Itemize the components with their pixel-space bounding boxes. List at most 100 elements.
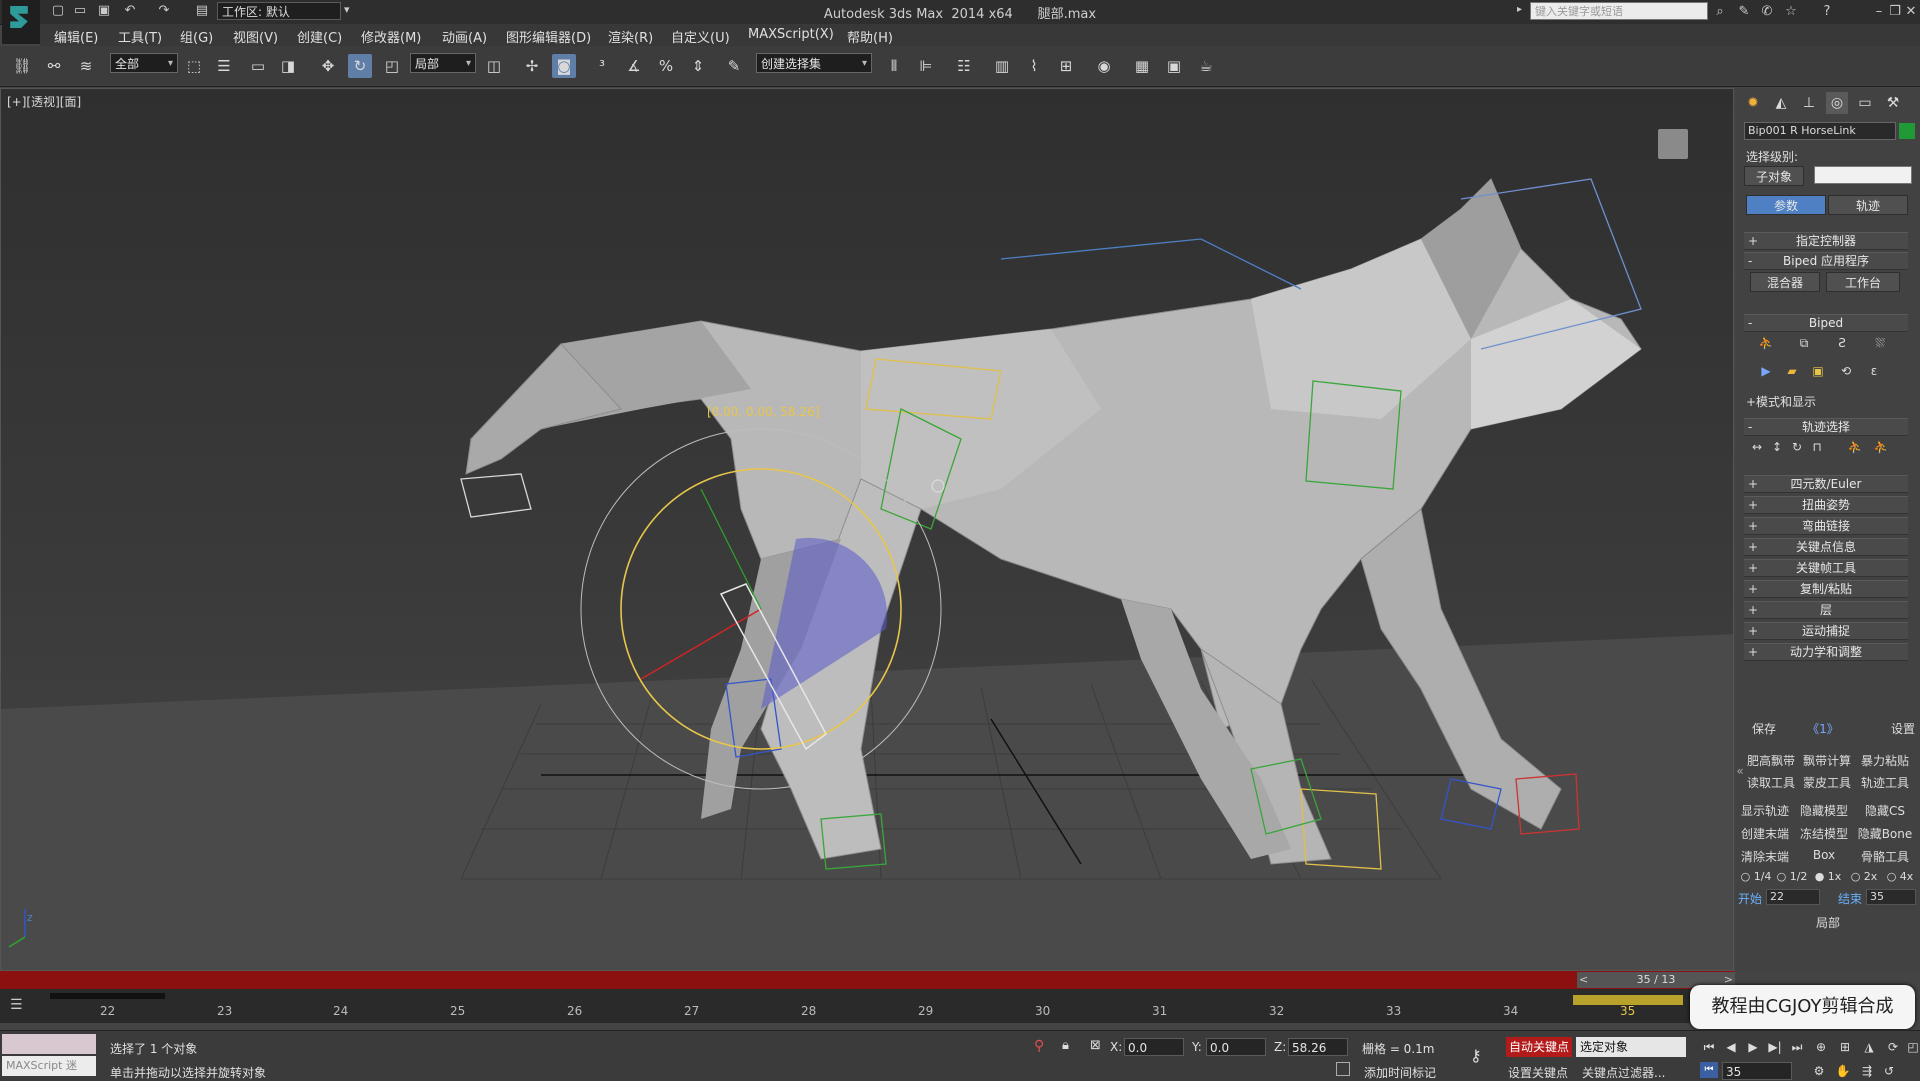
add-time-tag-icon[interactable] — [1336, 1062, 1350, 1076]
project-folder-icon[interactable]: ▤ — [194, 3, 210, 19]
mixer-button[interactable]: 混合器 — [1750, 272, 1820, 292]
walk-through-icon[interactable]: ⇶ — [1858, 1062, 1876, 1080]
rollout-biped-apps[interactable]: - Biped 应用程序 — [1744, 252, 1908, 270]
zoom-all-icon[interactable]: ⊞ — [1836, 1038, 1854, 1056]
key-filters-button[interactable]: 关键点过滤器... — [1582, 1064, 1665, 1081]
undo-icon[interactable]: ↶ — [122, 3, 138, 19]
track-tab-button[interactable]: 轨迹 — [1828, 195, 1908, 215]
opposite-icon[interactable]: ⛹ — [1872, 440, 1890, 454]
auto-key-button[interactable]: 自动关键点 — [1506, 1037, 1572, 1057]
mixer-mode-icon[interactable]: ⛆ — [1870, 336, 1890, 351]
tool-button[interactable]: 清除末端 — [1738, 848, 1792, 865]
app-logo-button[interactable] — [2, 0, 40, 44]
menu-create[interactable]: 创建(C) — [297, 27, 342, 46]
select-by-name-icon[interactable]: ☰ — [212, 54, 236, 78]
menu-graph-editors[interactable]: 图形编辑器(D) — [506, 27, 591, 46]
select-and-scale-icon[interactable]: ◰ — [380, 54, 404, 78]
help-icon[interactable]: ? — [1818, 3, 1836, 21]
rollout-biped[interactable]: - Biped — [1744, 314, 1908, 332]
object-color-swatch[interactable] — [1899, 123, 1915, 139]
biped-playback-icon[interactable]: ▶ — [1756, 364, 1776, 378]
layer-manager-icon[interactable]: ☷ — [952, 54, 976, 78]
tool-button[interactable]: 读取工具 — [1744, 774, 1798, 791]
menu-customize[interactable]: 自定义(U) — [671, 27, 730, 46]
motion-flow-mode-icon[interactable]: Ƨ — [1832, 336, 1852, 350]
end-frame-field[interactable]: 35 — [1866, 889, 1916, 905]
speed-radio-quarter[interactable]: ○ 1/4 — [1738, 870, 1774, 883]
z-coordinate-field[interactable]: 58.26 — [1288, 1038, 1348, 1056]
viewport-scene[interactable] — [1, 89, 1734, 971]
unlink-icon[interactable]: ⚯ — [42, 54, 66, 78]
speed-radio-1x[interactable]: ● 1x — [1810, 870, 1846, 883]
favorites-star-icon[interactable]: ☆ — [1782, 3, 1800, 21]
curve-editor-icon[interactable]: ⌇ — [1022, 54, 1046, 78]
menu-edit[interactable]: 编辑(E) — [54, 27, 98, 46]
speed-radio-2x[interactable]: ○ 2x — [1846, 870, 1882, 883]
tool-button[interactable]: 暴力粘贴 — [1856, 752, 1914, 769]
tool-button[interactable]: 轨迹工具 — [1856, 774, 1914, 791]
keyword-search-input[interactable]: 键入关键字或短语 — [1530, 2, 1708, 20]
save-biped-file-icon[interactable]: ▣ — [1808, 364, 1828, 378]
x-coordinate-field[interactable]: 0.0 — [1124, 1038, 1184, 1056]
render-setup-icon[interactable]: ▦ — [1130, 54, 1154, 78]
lock-cob-keying-icon[interactable]: ⊓ — [1808, 440, 1826, 454]
bind-space-warp-icon[interactable]: ≋ — [74, 54, 98, 78]
add-time-tag-button[interactable]: 添加时间标记 — [1364, 1064, 1436, 1081]
tool-button[interactable]: 隐藏模型 — [1796, 802, 1852, 819]
tool-button[interactable]: 显示轨迹 — [1738, 802, 1792, 819]
speed-radio-half[interactable]: ○ 1/2 — [1774, 870, 1810, 883]
rollout-motion-capture[interactable]: + 运动捕捉 — [1744, 622, 1908, 640]
mirror-icon[interactable]: ⫴ — [882, 54, 906, 78]
rollout-key-info[interactable]: + 关键点信息 — [1744, 538, 1908, 556]
track-bar[interactable]: ☰ 22 23 24 25 26 27 28 29 30 31 32 33 34… — [0, 989, 1734, 1023]
open-file-icon[interactable]: ▭ — [72, 3, 88, 19]
y-coordinate-field[interactable]: 0.0 — [1206, 1038, 1266, 1056]
pivot-center-icon[interactable]: ◫ — [482, 54, 506, 78]
named-selection-dropdown[interactable]: 创建选择集 — [756, 53, 872, 74]
menu-help[interactable]: 帮助(H) — [847, 27, 893, 46]
reference-coord-dropdown[interactable]: 局部 — [410, 53, 476, 74]
viewcube-icon[interactable] — [1658, 129, 1688, 159]
sub-object-button[interactable]: 子对象 — [1744, 166, 1804, 186]
tool-button[interactable]: 骨骼工具 — [1854, 848, 1916, 865]
new-file-icon[interactable]: ▢ — [50, 3, 66, 19]
modify-panel-tab-icon[interactable]: ◭ — [1770, 92, 1792, 114]
body-horizontal-icon[interactable]: ↔ — [1748, 440, 1766, 454]
angle-snap-icon[interactable]: ∡ — [622, 54, 646, 78]
move-all-mode-icon[interactable]: ɛ — [1864, 364, 1884, 378]
symmetrical-icon[interactable]: ⛹ — [1846, 440, 1864, 454]
edit-named-selection-icon[interactable]: ✎ — [722, 54, 746, 78]
maximize-viewport-icon[interactable]: ◰ — [1904, 1038, 1920, 1056]
body-rotation-icon[interactable]: ↻ — [1788, 440, 1806, 454]
motion-panel-tab-icon[interactable]: ◎ — [1826, 92, 1848, 114]
close-icon[interactable]: ✕ — [1902, 3, 1920, 21]
time-slider-prev-icon[interactable]: < — [1579, 972, 1588, 988]
select-manipulate-icon[interactable]: ✢ — [520, 54, 544, 78]
tool-button[interactable]: 冻结模型 — [1796, 825, 1852, 842]
selection-lock-icon[interactable]: 🔒︎ — [1062, 1038, 1069, 1053]
footstep-mode-icon[interactable]: ⧉ — [1794, 336, 1814, 351]
menu-views[interactable]: 视图(V) — [233, 27, 278, 46]
rollout-bend-links[interactable]: + 弯曲链接 — [1744, 517, 1908, 535]
go-to-start-icon[interactable]: ⏮ — [1700, 1038, 1718, 1056]
rollout-dynamics-adaptation[interactable]: + 动力学和调整 — [1744, 643, 1908, 661]
menu-rendering[interactable]: 渲染(R) — [608, 27, 653, 46]
go-to-end-icon[interactable]: ⏭ — [1788, 1038, 1806, 1056]
search-expand-icon[interactable]: ▸ — [1517, 4, 1522, 15]
rendered-frame-window-icon[interactable]: ▣ — [1162, 54, 1186, 78]
object-name-field[interactable]: Bip001 R HorseLink — [1744, 122, 1896, 140]
tool-button[interactable]: 创建末端 — [1738, 825, 1792, 842]
maxscript-listener-pink[interactable] — [2, 1034, 96, 1054]
orbit-icon[interactable]: ⟳ — [1884, 1038, 1902, 1056]
mode-display-rollout[interactable]: +模式和显示 — [1746, 393, 1816, 410]
key-mode-dropdown[interactable]: 选定对象 — [1576, 1037, 1686, 1057]
rollout-copy-paste[interactable]: + 复制/粘贴 — [1744, 580, 1908, 598]
menu-group[interactable]: 组(G) — [180, 27, 213, 46]
menu-tools[interactable]: 工具(T) — [118, 27, 162, 46]
tool-button[interactable]: Box — [1796, 848, 1852, 862]
create-panel-tab-icon[interactable]: ✹ — [1742, 92, 1764, 114]
workspace-chevron-down-icon[interactable]: ▾ — [344, 3, 350, 16]
graphite-ribbon-icon[interactable]: ▥ — [990, 54, 1014, 78]
menu-modifiers[interactable]: 修改器(M) — [361, 27, 421, 46]
script-page-indicator[interactable]: 《1》 — [1798, 720, 1848, 737]
